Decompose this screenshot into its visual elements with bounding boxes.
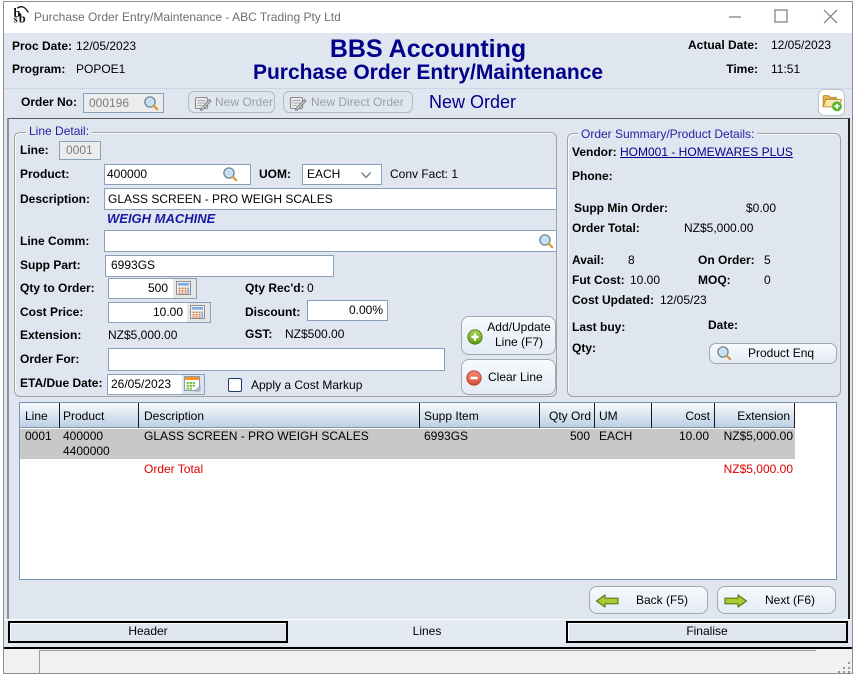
svg-text:b: b <box>19 12 26 26</box>
svg-text:s: s <box>14 15 18 26</box>
